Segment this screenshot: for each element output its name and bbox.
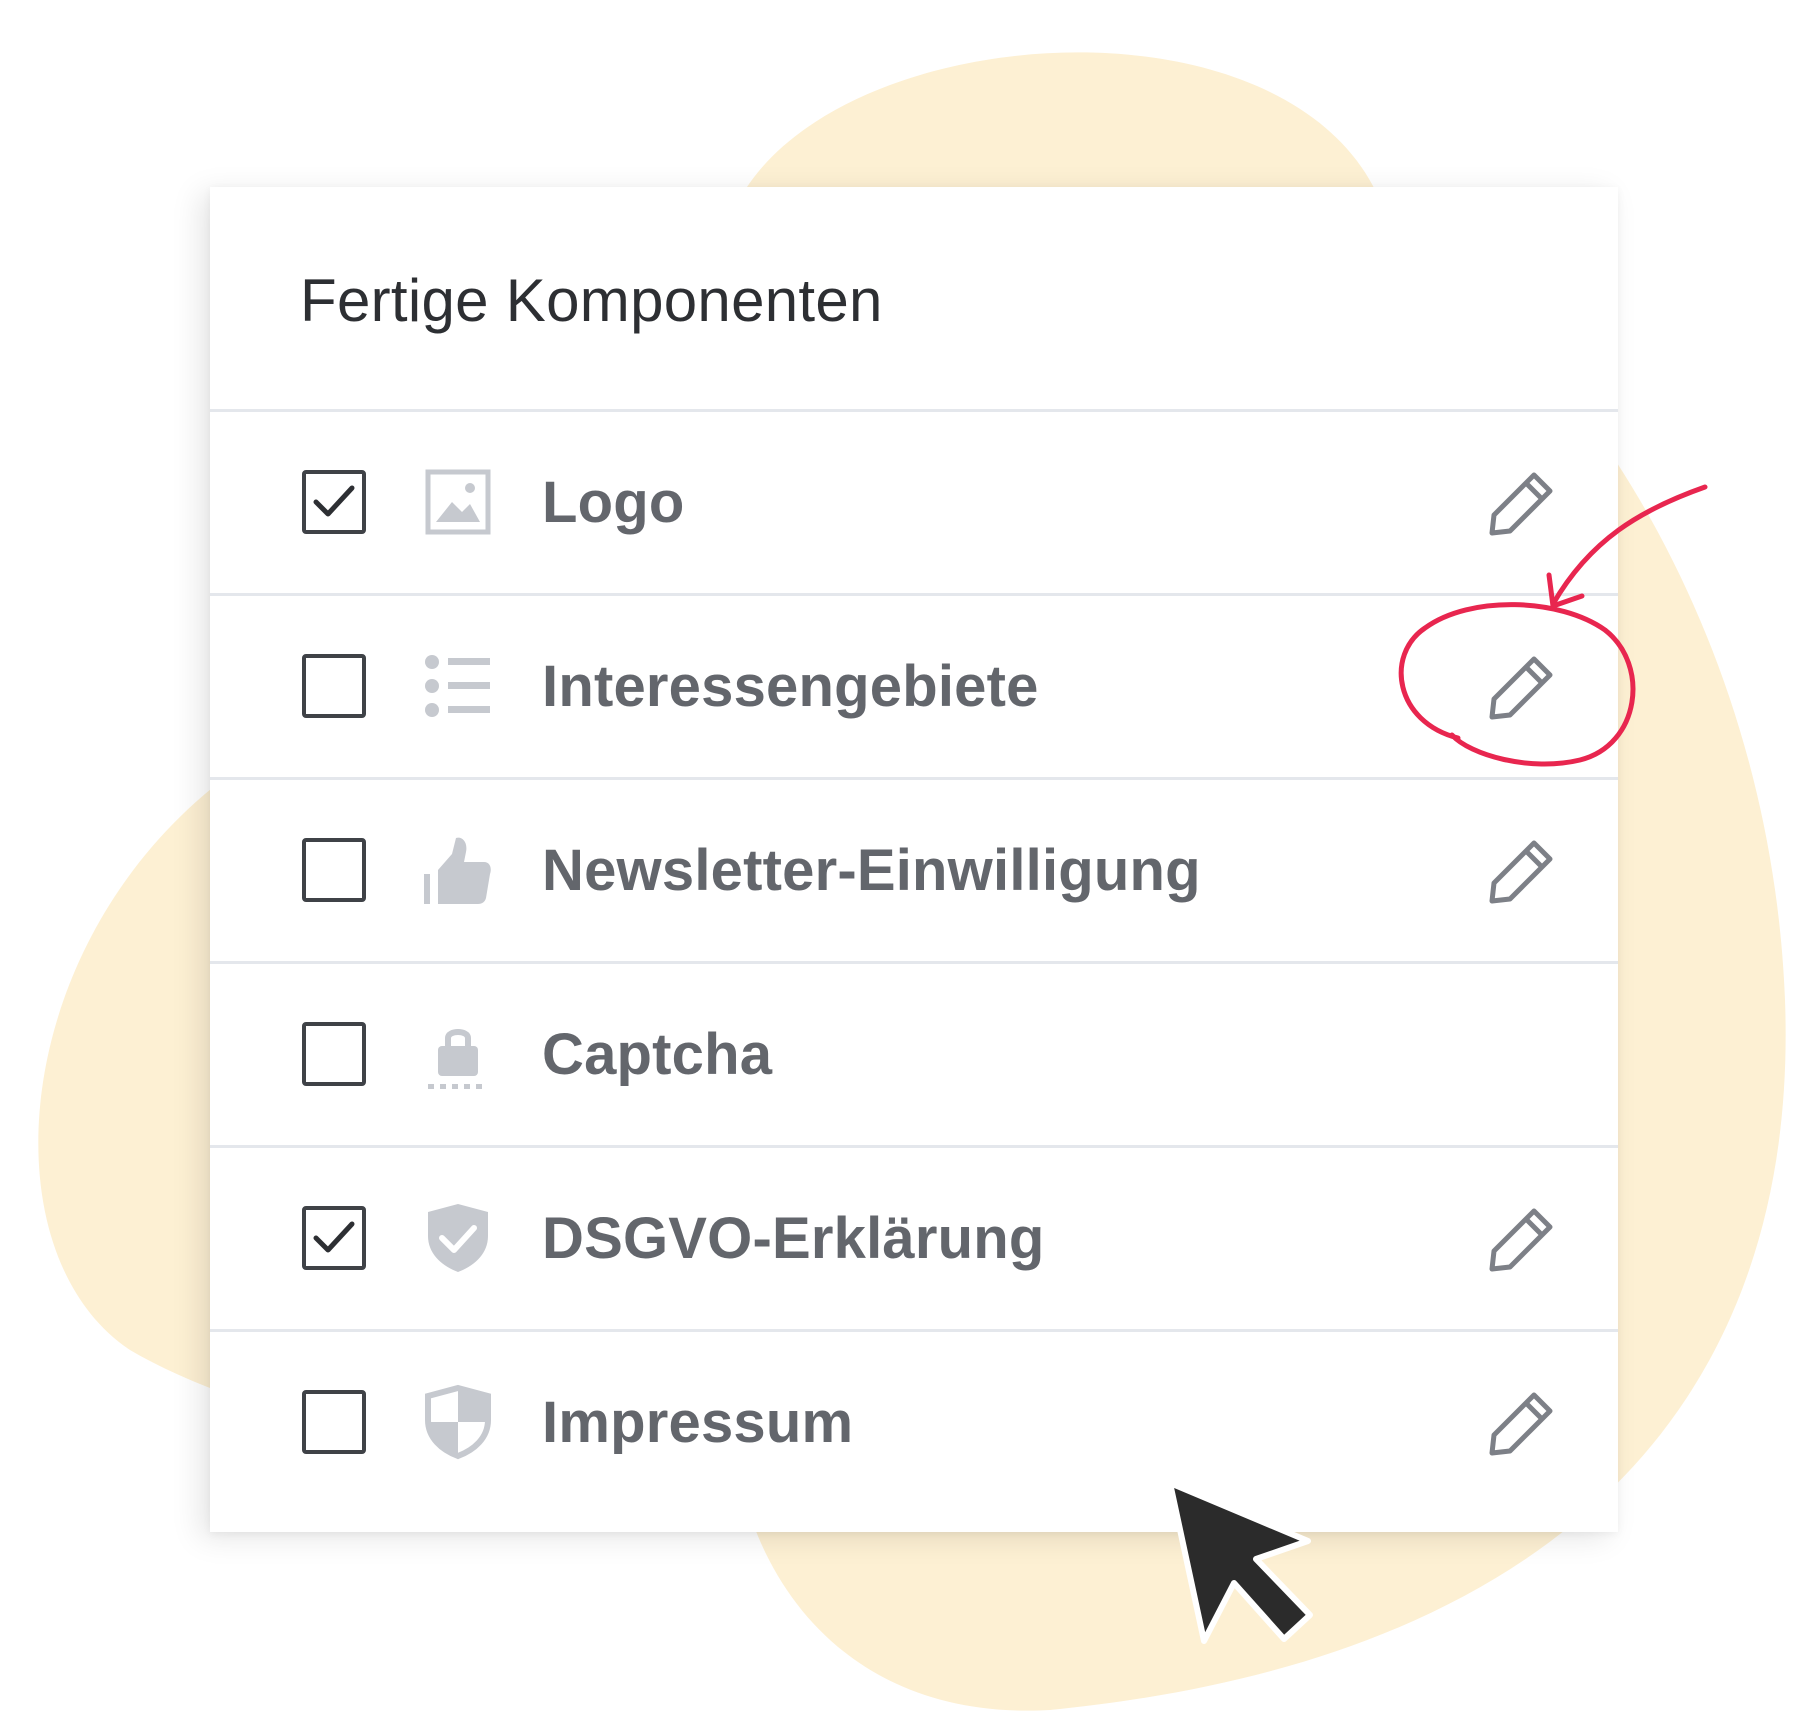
component-label: Captcha [542, 1022, 773, 1087]
mouse-cursor-icon [1167, 1480, 1313, 1644]
edit-button-dsgvo-erklaerung[interactable] [1480, 1195, 1566, 1281]
checkmark-icon [313, 485, 355, 517]
component-row-interessengebiete: Interessengebiete [210, 596, 1618, 780]
checkbox-impressum[interactable] [302, 1390, 366, 1454]
pencil-icon [1489, 840, 1553, 904]
component-label: Newsletter-Einwilligung [542, 838, 1201, 903]
lock-icon [428, 1029, 482, 1089]
pencil-icon [1489, 1392, 1553, 1456]
thumbs-up-icon [424, 837, 491, 904]
image-icon [425, 469, 491, 535]
component-row-impressum: Impressum [210, 1332, 1618, 1516]
list-icon [425, 655, 490, 717]
edit-button-newsletter-einwilligung[interactable] [1480, 827, 1566, 913]
component-row-captcha: Captcha [210, 964, 1618, 1148]
checkbox-logo[interactable] [302, 470, 366, 534]
panel-header: Fertige Komponenten [210, 187, 1618, 412]
component-label: Impressum [542, 1390, 854, 1455]
pencil-icon [1489, 472, 1553, 536]
pencil-icon [1489, 656, 1553, 720]
checkbox-interessengebiete[interactable] [302, 654, 366, 718]
checkbox-captcha[interactable] [302, 1022, 366, 1086]
edit-button-logo[interactable] [1480, 459, 1566, 545]
component-row-dsgvo-erklaerung: DSGVO-Erklärung [210, 1148, 1618, 1332]
component-label: Logo [542, 470, 685, 535]
edit-button-interessengebiete[interactable] [1480, 643, 1566, 729]
checkbox-newsletter-einwilligung[interactable] [302, 838, 366, 902]
checkmark-icon [313, 1221, 355, 1253]
shield-check-icon [428, 1204, 488, 1272]
components-panel: Fertige Komponenten Logo Interessengebie… [210, 187, 1618, 1532]
checkbox-dsgvo-erklaerung[interactable] [302, 1206, 366, 1270]
edit-button-impressum[interactable] [1480, 1379, 1566, 1465]
component-label: DSGVO-Erklärung [542, 1206, 1045, 1271]
shield-icon [425, 1384, 491, 1460]
component-row-logo: Logo [210, 412, 1618, 596]
pencil-icon [1489, 1208, 1553, 1272]
panel-title: Fertige Komponenten [300, 267, 883, 334]
component-label: Interessengebiete [542, 654, 1039, 719]
component-row-newsletter-einwilligung: Newsletter-Einwilligung [210, 780, 1618, 964]
